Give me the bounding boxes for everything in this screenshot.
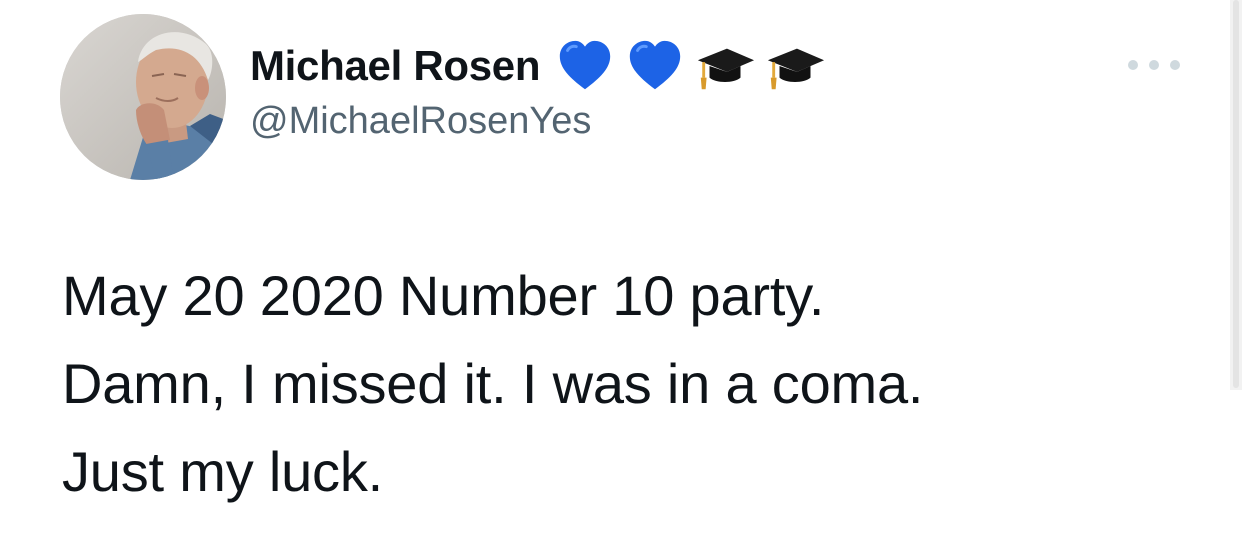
graduation-cap-icon — [694, 35, 756, 97]
author-name-row: Michael Rosen — [250, 36, 826, 96]
avatar[interactable] — [60, 14, 226, 180]
tweet-text: May 20 2020 Number 10 party. Damn, I mis… — [62, 252, 1202, 516]
tweet-card: Michael Rosen @MichaelRosenYes May 20 20… — [0, 0, 1242, 552]
graduation-cap-icon — [764, 35, 826, 97]
more-options-button[interactable] — [1128, 52, 1180, 78]
scrollbar[interactable] — [1230, 0, 1242, 390]
blue-heart-icon — [554, 35, 616, 97]
tweet-text-line: Damn, I missed it. I was in a coma. — [62, 352, 924, 415]
tweet-text-line: Just my luck. — [62, 440, 384, 503]
blue-heart-icon — [624, 35, 686, 97]
name-emoji-group — [554, 35, 826, 97]
tweet-text-line: May 20 2020 Number 10 party. — [62, 264, 825, 327]
more-dot-icon — [1149, 60, 1159, 70]
scrollbar-thumb[interactable] — [1233, 0, 1239, 388]
author-handle[interactable]: @MichaelRosenYes — [250, 100, 591, 143]
more-dot-icon — [1128, 60, 1138, 70]
avatar-photo — [60, 14, 226, 180]
more-dot-icon — [1170, 60, 1180, 70]
author-display-name[interactable]: Michael Rosen — [250, 42, 540, 90]
